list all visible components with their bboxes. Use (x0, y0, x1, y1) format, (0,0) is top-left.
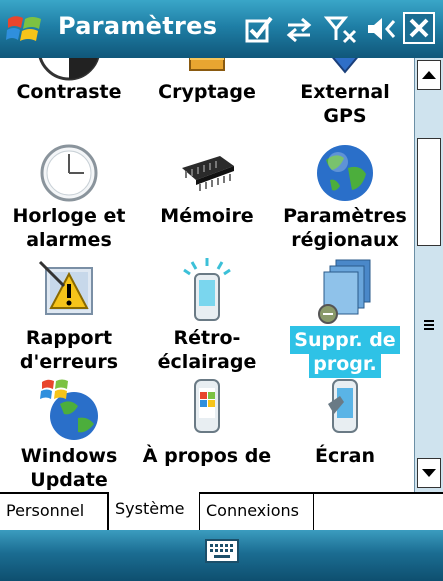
backlight-icon (183, 258, 231, 321)
close-icon (409, 18, 429, 38)
item-label: Horloge et (12, 205, 126, 227)
item-label: Écran (315, 445, 375, 467)
about-icon (194, 379, 220, 433)
tab-systeme[interactable]: Système (108, 492, 200, 530)
item-label: Contraste (16, 81, 122, 103)
arrow-up-icon (422, 71, 436, 79)
window-title: Paramètres (58, 12, 218, 40)
memory-chip-icon (182, 156, 234, 191)
item-label: Windows (20, 445, 118, 467)
item-label: External (300, 81, 390, 103)
item-label-line2: Update (30, 469, 108, 491)
item-label: Paramètres (283, 205, 407, 227)
scroll-track-upper[interactable] (417, 138, 441, 246)
item-label: Mémoire (160, 205, 254, 227)
remove-programs-icon (318, 259, 371, 324)
close-button[interactable] (403, 12, 435, 44)
error-report-icon (38, 260, 93, 315)
tab-bar: Personnel Système Connexions (0, 492, 443, 530)
item-label: À propos de (142, 445, 272, 467)
screen-icon (328, 379, 358, 433)
item-label: Cryptage (158, 81, 256, 103)
vertical-scrollbar[interactable] (414, 58, 443, 492)
scroll-down-button[interactable] (417, 458, 441, 488)
item-label-line2: alarmes (26, 229, 112, 251)
arrow-down-icon (422, 469, 436, 477)
item-label-line2: d'erreurs (19, 351, 119, 373)
item-label-line2: régionaux (291, 229, 399, 251)
item-label-line2: GPS (323, 105, 367, 127)
scroll-up-button[interactable] (417, 60, 441, 90)
item-label-line2: éclairage (157, 351, 257, 373)
keyboard-icon[interactable] (205, 538, 239, 564)
tab-connexions[interactable]: Connexions (200, 494, 314, 530)
globe-icon (317, 145, 373, 201)
item-label: Rapport (25, 327, 113, 349)
clock-icon (40, 144, 98, 202)
settings-icon-grid: Contraste Cryptage External GPS Horloge … (0, 58, 414, 492)
signal-off-icon[interactable] (324, 14, 358, 44)
windows-start-icon[interactable] (6, 11, 44, 47)
item-label: Rétro- (173, 327, 241, 349)
soft-key-bar (0, 530, 443, 581)
connectivity-icon[interactable] (284, 14, 314, 44)
title-bar: Paramètres (0, 0, 443, 58)
ok-check-icon[interactable] (244, 14, 274, 44)
volume-icon[interactable] (364, 14, 396, 44)
scroll-thumb-grip-icon[interactable] (417, 316, 441, 334)
windows-update-icon (40, 379, 98, 440)
tab-personnel[interactable]: Personnel (0, 494, 108, 530)
